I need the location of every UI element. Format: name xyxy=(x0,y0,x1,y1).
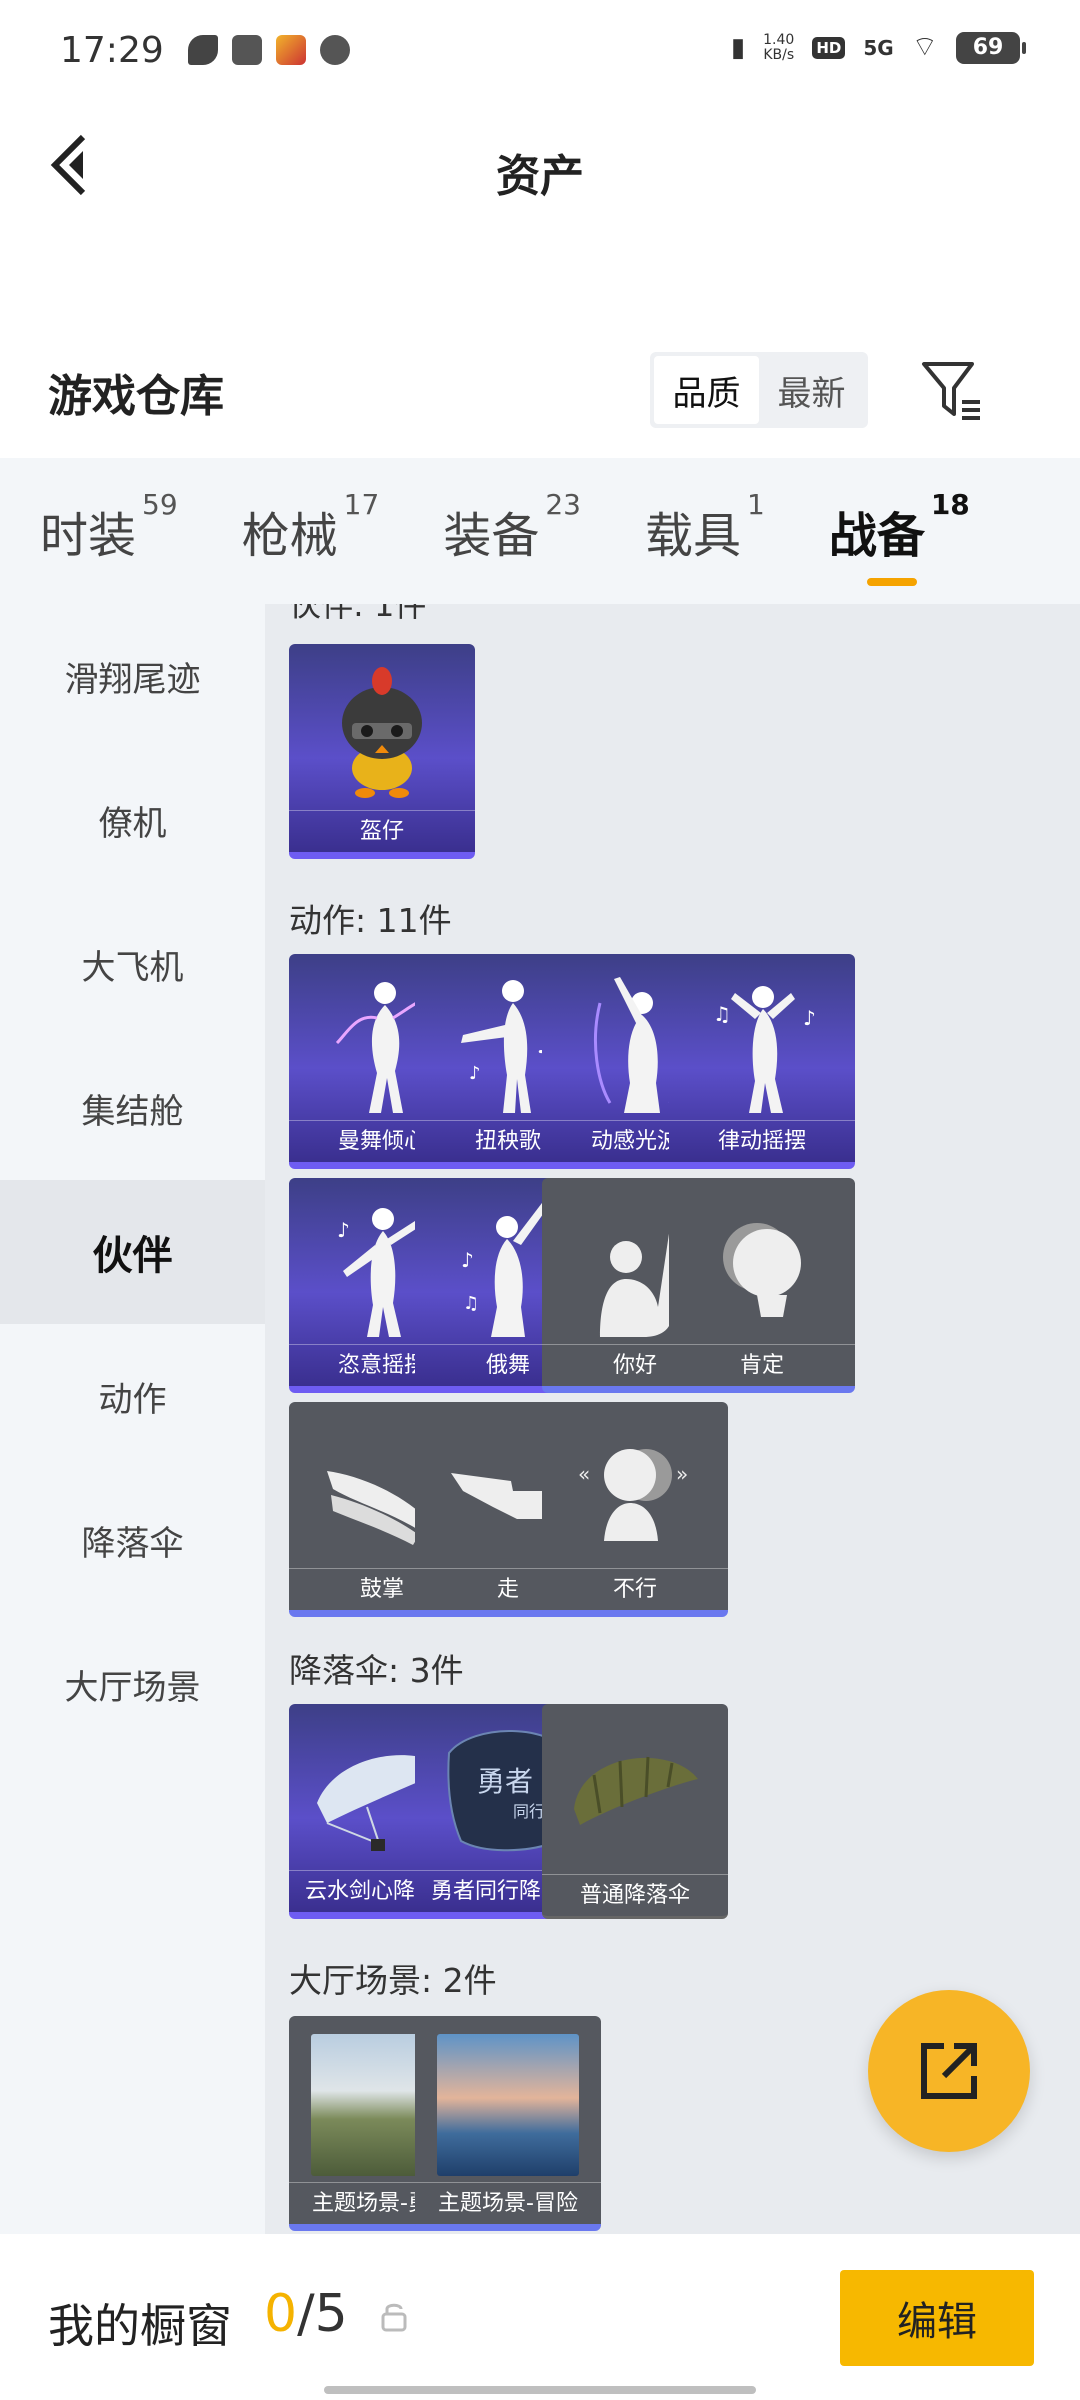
tab-label: 枪械 xyxy=(241,508,338,564)
sort-toggle: 品质 最新 xyxy=(650,352,868,428)
svg-text:♫: ♫ xyxy=(713,1002,731,1026)
tab-count: 59 xyxy=(142,488,178,521)
status-time: 17:29 xyxy=(60,29,164,71)
tab-guns[interactable]: 枪械 17 xyxy=(241,488,380,566)
item-card[interactable]: 肯定 xyxy=(669,1178,855,1393)
tab-label: 载具 xyxy=(644,508,741,564)
item-card[interactable]: 盔仔 xyxy=(289,644,475,859)
item-label: 不行 xyxy=(542,1568,728,1610)
partner-section-header: 伙伴: 1件 xyxy=(289,604,427,624)
sidebar-item-partner[interactable]: 伙伴 xyxy=(0,1180,265,1324)
signal-5g: 5G xyxy=(863,35,894,60)
showcase-count-current: 0 xyxy=(264,2284,298,2344)
helmet-chick-art xyxy=(289,644,475,812)
item-card[interactable]: 普通降落伞 xyxy=(542,1704,728,1919)
sort-quality-button[interactable]: 品质 xyxy=(654,356,759,424)
item-label: 主题场景-冒险 xyxy=(415,2182,601,2224)
actions-section-header: 动作: 11件 xyxy=(289,901,452,940)
edit-button[interactable]: 编辑 xyxy=(840,2270,1034,2366)
filter-icon[interactable] xyxy=(918,356,988,426)
sidebar-item-actions[interactable]: 动作 xyxy=(0,1324,265,1468)
sidebar-item-big-plane[interactable]: 大飞机 xyxy=(0,892,265,1036)
tab-combat-prep[interactable]: 战备 18 xyxy=(828,488,970,586)
leaf-app-icon xyxy=(187,35,218,65)
scene-sunset-image xyxy=(437,2034,579,2176)
item-card[interactable]: ♫ ♪ 律动摇摆 xyxy=(669,954,855,1169)
shaking-head-icon: «» xyxy=(542,1402,728,1570)
showcase-bar: 我的橱窗 0/5 编辑 xyxy=(0,2234,1080,2400)
message-app-icon xyxy=(231,35,262,65)
svg-text:♪: ♪ xyxy=(803,1006,816,1030)
wechat-icon xyxy=(319,35,350,65)
sidebar: 滑翔尾迹 僚机 大飞机 集结舱 伙伴 动作 降落伞 大厅场景 xyxy=(0,604,265,2234)
sidebar-item-assembly-pod[interactable]: 集结舱 xyxy=(0,1036,265,1180)
share-fab-button[interactable] xyxy=(868,1990,1030,2152)
tab-fashion[interactable]: 时装 59 xyxy=(40,488,178,566)
dance-pose-icon: ♫ ♪ xyxy=(669,954,855,1122)
hd-badge: HD xyxy=(812,36,846,59)
tab-label: 战备 xyxy=(828,508,925,564)
svg-text:♫: ♫ xyxy=(463,1293,479,1314)
showcase-count: 0/5 xyxy=(264,2284,348,2344)
wifi-icon: ⌔ xyxy=(911,30,938,63)
app-header: 资产 xyxy=(0,100,1080,230)
svg-text:»: » xyxy=(676,1462,688,1486)
tab-active-indicator xyxy=(866,578,917,586)
tab-vehicles[interactable]: 载具 1 xyxy=(644,488,765,566)
category-tabs: 时装 59 枪械 17 装备 23 载具 1 战备 18 xyxy=(0,458,1080,604)
showcase-count-total: /5 xyxy=(297,2284,348,2344)
svg-text:♪: ♪ xyxy=(461,1248,474,1272)
home-indicator[interactable] xyxy=(324,2386,756,2394)
sidebar-item-parachute[interactable]: 降落伞 xyxy=(0,1468,265,1612)
status-notification-icons xyxy=(187,35,350,65)
vibrate-icon: ▮ xyxy=(730,32,746,63)
green-parachute-icon xyxy=(542,1704,728,1872)
scene-section-header: 大厅场景: 2件 xyxy=(289,1961,497,2000)
svg-text:同行: 同行 xyxy=(513,1802,545,1821)
status-bar: 17:29 ▮ 1.40 KB/s HD 5G ⌔ 69 xyxy=(0,0,1080,100)
status-right: ▮ 1.40 KB/s HD 5G ⌔ 69 xyxy=(730,30,1026,65)
lock-icon xyxy=(381,2303,407,2332)
tab-count: 23 xyxy=(545,488,581,521)
svg-text:«: « xyxy=(578,1462,590,1486)
network-speed-unit: KB/s xyxy=(763,46,795,63)
item-label: 盔仔 xyxy=(289,810,475,852)
tab-count: 18 xyxy=(930,488,970,521)
battery-icon: 69 xyxy=(956,31,1026,64)
sidebar-item-lobby-scene[interactable]: 大厅场景 xyxy=(0,1612,265,1756)
svg-text:勇者: 勇者 xyxy=(477,1765,533,1798)
svg-text:♪: ♪ xyxy=(337,1218,350,1242)
warehouse-title: 游戏仓库 xyxy=(48,371,224,422)
item-card[interactable]: 主题场景-冒险 xyxy=(415,2016,601,2231)
network-speed: 1.40 KB/s xyxy=(763,31,795,63)
item-label: 律动摇摆 xyxy=(669,1120,855,1162)
tab-label: 时装 xyxy=(40,508,137,564)
tab-label: 装备 xyxy=(443,508,540,564)
svg-text:♪: ♪ xyxy=(469,1063,481,1084)
sort-newest-button[interactable]: 最新 xyxy=(759,356,864,424)
item-label: 肯定 xyxy=(669,1344,855,1386)
network-speed-value: 1.40 xyxy=(763,31,795,48)
sidebar-item-glide-trail[interactable]: 滑翔尾迹 xyxy=(0,604,265,748)
nodding-head-icon xyxy=(669,1178,855,1346)
item-label: 普通降落伞 xyxy=(542,1874,728,1916)
tab-count: 1 xyxy=(746,488,765,521)
share-external-icon xyxy=(921,2043,977,2099)
page-title: 资产 xyxy=(496,151,584,202)
tab-equipment[interactable]: 装备 23 xyxy=(443,488,581,566)
game-app-icon xyxy=(275,35,306,65)
item-card[interactable]: «» 不行 xyxy=(542,1402,728,1617)
sidebar-item-wingman[interactable]: 僚机 xyxy=(0,748,265,892)
tab-count: 17 xyxy=(343,488,380,521)
parachute-section-header: 降落伞: 3件 xyxy=(289,1651,464,1690)
warehouse-header: 游戏仓库 品质 最新 xyxy=(0,330,1080,450)
showcase-title: 我的橱窗 xyxy=(48,2299,232,2353)
